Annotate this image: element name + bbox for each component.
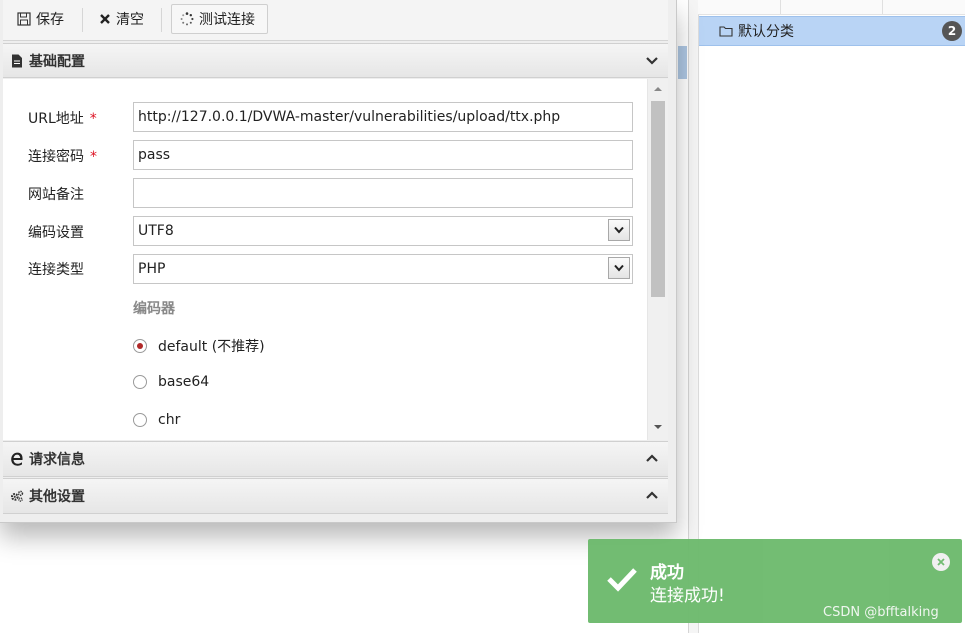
password-label: 连接密码 * [28,146,97,166]
dialog-toolbar: 保存 清空 测试连接 [3,0,668,41]
test-connection-label: 测试连接 [199,12,255,28]
section-basic-config-header[interactable]: 基础配置 [3,43,668,78]
section-basic-config-title: 基础配置 [29,53,85,70]
save-icon [17,12,31,26]
radio-button-checked[interactable] [133,339,147,353]
save-button[interactable]: 保存 [9,4,72,34]
type-select[interactable]: PHP [133,254,633,284]
type-dropdown-button[interactable] [608,257,630,279]
test-connection-button[interactable]: 测试连接 [171,4,268,34]
toast-close-button[interactable] [932,553,950,571]
selection-strip [678,46,687,79]
scroll-up-arrow-icon[interactable] [653,86,663,92]
gears-icon [10,489,24,503]
spinner-icon [180,12,194,26]
chevron-up-icon [646,491,658,499]
password-label-text: 连接密码 [28,149,84,165]
url-label-text: URL地址 [28,111,84,127]
encoding-label: 编码设置 [28,225,84,241]
chevron-down-icon [614,264,624,272]
password-input[interactable] [133,140,633,170]
encoder-option-default[interactable]: default (不推荐) [133,336,265,356]
required-marker: * [89,111,97,127]
scroll-down-arrow-icon[interactable] [653,424,663,430]
required-marker: * [90,149,97,165]
folder-icon [719,26,733,37]
url-label: URL地址 * [28,108,97,128]
category-item-default[interactable]: 默认分类 2 [699,16,965,46]
edge-icon [10,452,24,466]
form-scrollbar[interactable] [647,79,668,440]
encoder-option-chr[interactable]: chr [133,412,180,428]
section-other-settings-header[interactable]: 其他设置 [3,478,668,514]
save-label: 保存 [36,12,64,28]
basic-config-form: URL地址 * 连接密码 * 网站备注 编码设置 UTF8 连接类型 PHP 编码器… [3,79,647,440]
checkmark-icon [607,568,637,592]
encoder-option-label: chr [158,412,181,428]
encoder-option-label: base64 [158,374,210,390]
chevron-down-icon [614,226,624,234]
category-count-badge: 2 [942,21,962,41]
encoder-option-label: default (不推荐) [158,339,265,355]
note-input[interactable] [133,178,633,208]
toast-message: 连接成功! [650,586,725,606]
category-label: 默认分类 [738,24,794,40]
section-other-settings-title: 其他设置 [29,489,85,505]
encoding-dropdown-button[interactable] [608,219,630,241]
toolbar-separator [82,8,83,32]
section-request-info-header[interactable]: 请求信息 [3,441,668,477]
toolbar-separator [161,8,162,32]
chevron-down-icon [646,57,658,65]
header-divider [882,0,883,14]
toast-title: 成功 [650,563,684,583]
section-request-info-title: 请求信息 [29,452,85,468]
file-icon [10,54,24,68]
category-panel-header [698,0,965,15]
scrollbar-thumb[interactable] [651,101,665,297]
type-label: 连接类型 [28,262,84,278]
encoding-select[interactable]: UTF8 [133,216,633,246]
encoder-option-base64[interactable]: base64 [133,374,209,390]
radio-button[interactable] [133,375,147,389]
watermark-text: CSDN @bfftalking [823,605,939,620]
note-label: 网站备注 [28,187,84,203]
close-icon [937,558,945,566]
clear-button[interactable]: 清空 [91,4,152,34]
encoder-title: 编码器 [133,301,175,317]
header-divider [780,0,781,14]
url-input[interactable] [133,102,633,132]
clear-label: 清空 [116,12,144,28]
encoding-select-value: UTF8 [138,223,174,239]
radio-button[interactable] [133,413,147,427]
close-icon [100,14,110,24]
chevron-up-icon [646,454,658,462]
type-select-value: PHP [138,261,166,277]
